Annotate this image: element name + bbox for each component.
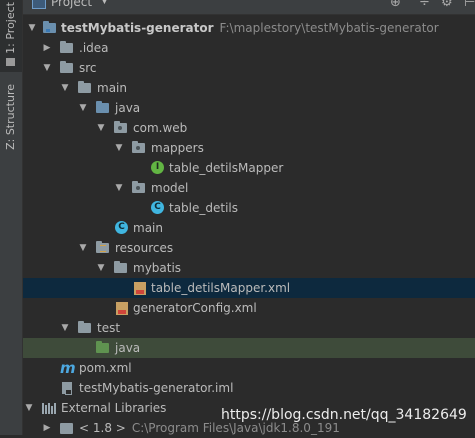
package-icon [132,181,145,193]
chevron-down-icon[interactable]: ▼ [24,398,34,418]
class-icon: C [115,221,128,234]
tree-row-table-detils-mapper[interactable]: I table_detilsMapper [23,158,475,178]
libraries-icon [42,403,56,414]
tree-row-model[interactable]: ▼ model [23,178,475,198]
tree-row-idea[interactable]: ▶ .idea [23,38,475,58]
collapse-icon[interactable]: ÷ [419,0,430,10]
chevron-down-icon[interactable]: ▼ [27,18,37,38]
tree-label-table-detils: table_detils [169,201,239,215]
project-toolbar: Project ▼ ⊕ ÷ ⚙ ⊢ [23,0,475,15]
tree-row-project-root[interactable]: ▼ testMybatis-generator F:\maplestory\tes… [23,18,475,38]
folder-icon [78,321,91,333]
tab-structure[interactable]: Z: Structure [0,80,22,152]
tree-label-src: src [79,61,97,75]
tree-label-table-detils-mapper-xml: table_detilsMapper.xml [151,281,291,295]
tree-label-mybatis: mybatis [133,261,182,275]
tree-row-resources[interactable]: ▼ resources [23,238,475,258]
project-view-selector[interactable]: Project [51,0,92,9]
tree-row-test[interactable]: ▼ test [23,318,475,338]
tree-label-test: test [97,321,121,335]
tab-structure-label: Z: Structure [4,84,17,150]
tree-row-pom[interactable]: m pom.xml [23,358,475,378]
tool-window-strip: 1: Project Z: Structure [0,0,23,435]
tree-label-java: java [115,101,141,115]
chevron-down-icon[interactable]: ▼ [114,138,124,158]
xml-file-icon [134,282,146,295]
tab-project-label: 1: Project [4,2,17,54]
tree-row-com-web[interactable]: ▼ com.web [23,118,475,138]
chevron-right-icon[interactable]: ▶ [42,38,52,58]
tree-label-generator-config: generatorConfig.xml [133,301,257,315]
resources-folder-icon [96,241,109,253]
tree-label-model: model [151,181,189,195]
module-folder-icon [43,21,56,33]
package-icon [132,141,145,153]
tree-row-main-class[interactable]: C main [23,218,475,238]
tree-label-table-detils-mapper: table_detilsMapper [169,161,284,175]
source-folder-icon [96,101,109,113]
maven-icon: m [60,359,76,377]
jdk-name: < 1.8 > [79,421,126,435]
tree-label-mappers: mappers [151,141,204,155]
jdk-path: C:\Program Files\Java\jdk1.8.0_191 [131,421,340,435]
chevron-down-icon[interactable]: ▼ [101,0,108,6]
tree-label-main: main [97,81,127,95]
target-icon[interactable]: ⊕ [390,0,401,10]
tree-row-table-detils[interactable]: C table_detils [23,198,475,218]
project-name: testMybatis-generator [61,21,214,35]
chevron-down-icon[interactable]: ▼ [78,98,88,118]
folder-icon [60,61,73,73]
tree-label-iml: testMybatis-generator.iml [79,381,234,395]
hide-icon[interactable]: ⊢ [464,0,475,10]
gear-icon[interactable]: ⚙ [441,0,453,10]
chevron-right-icon[interactable]: ▶ [42,418,52,438]
folder-icon [78,81,91,93]
chevron-down-icon[interactable]: ▼ [96,118,106,138]
tree-row-java[interactable]: ▼ java [23,98,475,118]
tree-row-generator-config[interactable]: generatorConfig.xml [23,298,475,318]
project-path: F:\maplestory\testMybatis-generator [219,21,439,35]
interface-icon: I [151,161,164,174]
tree-label-resources: resources [115,241,174,255]
tree-label-project-root: testMybatis-generator F:\maplestory\testM… [61,18,439,38]
tree-label-pom: pom.xml [79,361,132,375]
chevron-down-icon[interactable]: ▼ [42,58,52,78]
tree-row-mappers[interactable]: ▼ mappers [23,138,475,158]
tree-label-idea: .idea [79,41,109,55]
project-tab-icon [6,58,15,66]
chevron-down-icon[interactable]: ▼ [78,238,88,258]
tree-label-test-java: java [115,341,141,355]
tab-project[interactable]: 1: Project [0,0,22,72]
chevron-down-icon[interactable]: ▼ [60,78,70,98]
chevron-down-icon[interactable]: ▼ [96,258,106,278]
iml-file-icon [62,382,72,395]
package-icon [114,121,127,133]
tree-row-test-java[interactable]: java [23,338,475,358]
tree-label-external-libraries: External Libraries [61,401,167,415]
tree-label-com-web: com.web [133,121,188,135]
project-icon [32,0,46,9]
tree-row-src[interactable]: ▼ src [23,58,475,78]
tree-row-mybatis[interactable]: ▼ mybatis [23,258,475,278]
test-folder-icon [96,341,109,353]
watermark: https://blog.csdn.net/qq_34182649 [221,407,467,423]
tree-label-main-class: main [133,221,163,235]
folder-icon [114,261,127,273]
jdk-icon [60,423,73,434]
folder-icon [60,41,73,53]
chevron-down-icon[interactable]: ▼ [114,178,124,198]
chevron-down-icon[interactable]: ▼ [60,318,70,338]
xml-file-icon [116,302,128,315]
tree-row-main[interactable]: ▼ main [23,78,475,98]
class-icon: C [151,201,164,214]
tree-row-iml[interactable]: testMybatis-generator.iml [23,378,475,398]
tree-row-table-detils-mapper-xml[interactable]: table_detilsMapper.xml [23,278,475,298]
